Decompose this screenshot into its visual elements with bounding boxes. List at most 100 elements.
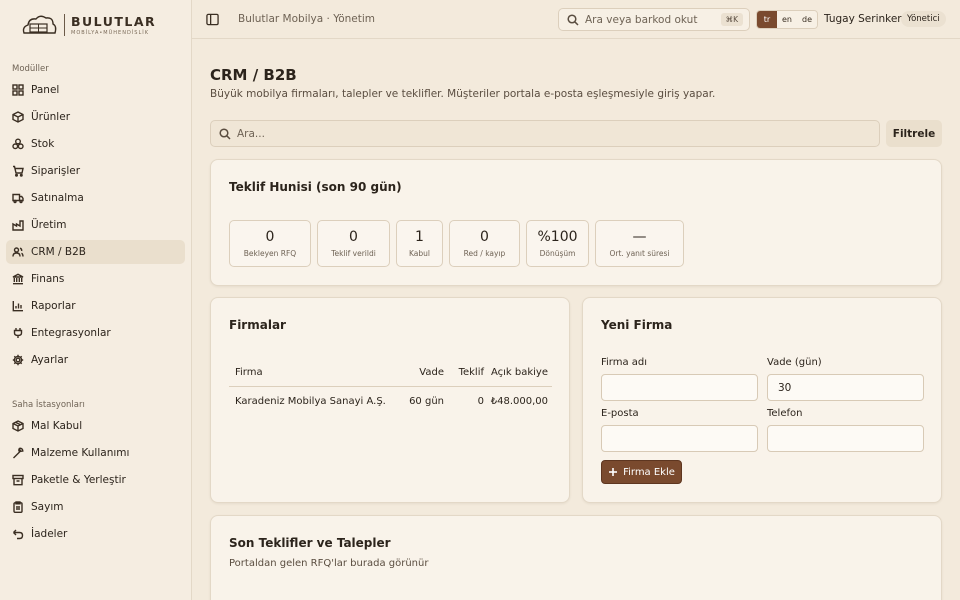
search-input[interactable] (237, 127, 837, 140)
stat-value: 1 (415, 229, 424, 245)
logo-icon (22, 15, 57, 34)
sidebar-item-label: İadeler (31, 528, 68, 540)
firm-name-field[interactable] (601, 374, 758, 401)
global-search-input[interactable] (585, 13, 715, 26)
sidebar-item-label: Entegrasyonlar (31, 327, 111, 339)
sidebar-item-integrations[interactable]: Entegrasyonlar (6, 321, 185, 345)
table-cell: ₺48.000,00 (490, 396, 548, 407)
card-title: Yeni Firma (601, 318, 673, 332)
stat-pending-rfq: 0 Bekleyen RFQ (229, 220, 311, 267)
sidebar-item-label: CRM / B2B (31, 246, 86, 258)
chart-icon (12, 300, 24, 312)
section-label-modules: Modüller (12, 64, 49, 74)
sidebar-item-material-usage[interactable]: Malzeme Kullanımı (6, 441, 185, 465)
column-header[interactable]: Açık bakiye (484, 367, 552, 378)
column-header[interactable]: Vade (394, 367, 444, 378)
lang-en[interactable]: en (777, 11, 797, 28)
bank-icon (12, 273, 24, 285)
page-search[interactable] (210, 120, 880, 147)
page-subtitle: Büyük mobilya firmaları, talepler ve tek… (210, 88, 716, 100)
sidebar-item-label: Siparişler (31, 165, 81, 177)
plus-icon (609, 468, 618, 476)
filter-button[interactable]: Filtrele (886, 120, 942, 147)
card-title: Son Teklifler ve Talepler (229, 536, 391, 550)
new-firm-card: Yeni Firma Firma adı Vade (gün) E-posta … (582, 297, 942, 503)
search-icon (219, 127, 231, 140)
table-cell: 60 gün (409, 396, 444, 407)
main-content: Bulutlar Mobilya · Yönetim ⌘K tr en de T… (192, 0, 960, 600)
sidebar-item-stock[interactable]: Stok (6, 132, 185, 156)
column-header[interactable]: Firma (229, 367, 394, 378)
sidebar-item-crm[interactable]: CRM / B2B (6, 240, 185, 264)
sidebar-item-finance[interactable]: Finans (6, 267, 185, 291)
undo-icon (12, 528, 24, 540)
boxes-icon (12, 138, 24, 150)
sidebar-item-count[interactable]: Sayım (6, 495, 185, 519)
app-root: BULUTLAR MOBİLYA•MÜHENDİSLİK Modüller Pa… (0, 0, 960, 600)
stat-avg-response: — Ort. yanıt süresi (595, 220, 684, 267)
table-row[interactable]: Karadeniz Mobilya Sanayi A.Ş. 60 gün 0 ₺… (229, 387, 552, 416)
lang-tr[interactable]: tr (757, 11, 777, 28)
clipboard-icon (12, 501, 24, 513)
stat-label: Bekleyen RFQ (243, 249, 297, 258)
user-name[interactable]: Tugay Serinken (824, 13, 904, 25)
email-label: E-posta (601, 408, 639, 419)
stat-label: Teklif verildi (331, 249, 376, 258)
lang-de[interactable]: de (797, 11, 817, 28)
sidebar-item-returns[interactable]: İadeler (6, 522, 185, 546)
sidebar-item-reports[interactable]: Raporlar (6, 294, 185, 318)
wrench-icon (12, 447, 24, 459)
term-label: Vade (gün) (767, 357, 822, 368)
package-icon (12, 420, 24, 432)
section-label-stations: Saha İstasyonları (12, 400, 85, 410)
sidebar-toggle-icon[interactable] (204, 11, 220, 27)
sidebar-item-label: Mal Kabul (31, 420, 83, 432)
companies-table: Firma Vade Teklif Açık bakiye Karadeniz … (229, 358, 552, 416)
stat-label: Ort. yanıt süresi (609, 249, 670, 258)
table-header: Firma Vade Teklif Açık bakiye (229, 358, 552, 387)
users-icon (12, 246, 24, 258)
add-firm-label: Firma Ekle (623, 466, 675, 478)
stat-label: Red / kayıp (463, 249, 506, 258)
modules-nav: Panel Ürünler Stok Siparişler Satınalma … (6, 78, 185, 375)
column-header[interactable]: Teklif (444, 367, 484, 378)
sidebar: BULUTLAR MOBİLYA•MÜHENDİSLİK Modüller Pa… (0, 0, 192, 600)
sidebar-item-purchasing[interactable]: Satınalma (6, 186, 185, 210)
companies-card: Firmalar Firma Vade Teklif Açık bakiye K… (210, 297, 570, 503)
sidebar-item-pack-place[interactable]: Paketle & Yerleştir (6, 468, 185, 492)
sidebar-item-label: Raporlar (31, 300, 76, 312)
card-title: Teklif Hunisi (son 90 gün) (229, 180, 402, 194)
sidebar-item-products[interactable]: Ürünler (6, 105, 185, 129)
sidebar-item-label: Paketle & Yerleştir (31, 474, 126, 486)
role-badge: Yönetici (901, 11, 946, 27)
table-cell: Karadeniz Mobilya Sanayi A.Ş. (235, 396, 386, 407)
sidebar-item-panel[interactable]: Panel (6, 78, 185, 102)
sidebar-item-goods-receipt[interactable]: Mal Kabul (6, 414, 185, 438)
sidebar-item-orders[interactable]: Siparişler (6, 159, 185, 183)
quote-funnel-card: Teklif Hunisi (son 90 gün) 0 Bekleyen RF… (210, 159, 942, 286)
stat-label: Dönüşüm (539, 249, 576, 258)
stat-conversion: %100 Dönüşüm (526, 220, 589, 267)
breadcrumb[interactable]: Bulutlar Mobilya · Yönetim (238, 13, 375, 25)
box-icon (12, 111, 24, 123)
email-field[interactable] (601, 425, 758, 452)
stat-value: 0 (265, 229, 275, 245)
global-search[interactable]: ⌘K (558, 8, 750, 31)
stations-nav: Mal Kabul Malzeme Kullanımı Paketle & Ye… (6, 414, 185, 549)
sidebar-item-settings[interactable]: Ayarlar (6, 348, 185, 372)
term-field[interactable] (767, 374, 924, 401)
logo-text: BULUTLAR MOBİLYA•MÜHENDİSLİK (71, 14, 156, 36)
phone-field[interactable] (767, 425, 924, 452)
stat-value: — (632, 229, 647, 245)
page-title: CRM / B2B (210, 66, 297, 84)
topbar: Bulutlar Mobilya · Yönetim ⌘K tr en de T… (192, 0, 960, 39)
sidebar-item-label: Satınalma (31, 192, 84, 204)
sidebar-item-label: Stok (31, 138, 55, 150)
sidebar-item-production[interactable]: Üretim (6, 213, 185, 237)
add-firm-button[interactable]: Firma Ekle (601, 460, 682, 484)
sidebar-item-label: Panel (31, 84, 60, 96)
brand-logo[interactable]: BULUTLAR MOBİLYA•MÜHENDİSLİK (0, 0, 191, 50)
stat-quoted: 0 Teklif verildi (317, 220, 390, 267)
sidebar-item-label: Üretim (31, 219, 67, 231)
stat-label: Kabul (409, 249, 430, 258)
